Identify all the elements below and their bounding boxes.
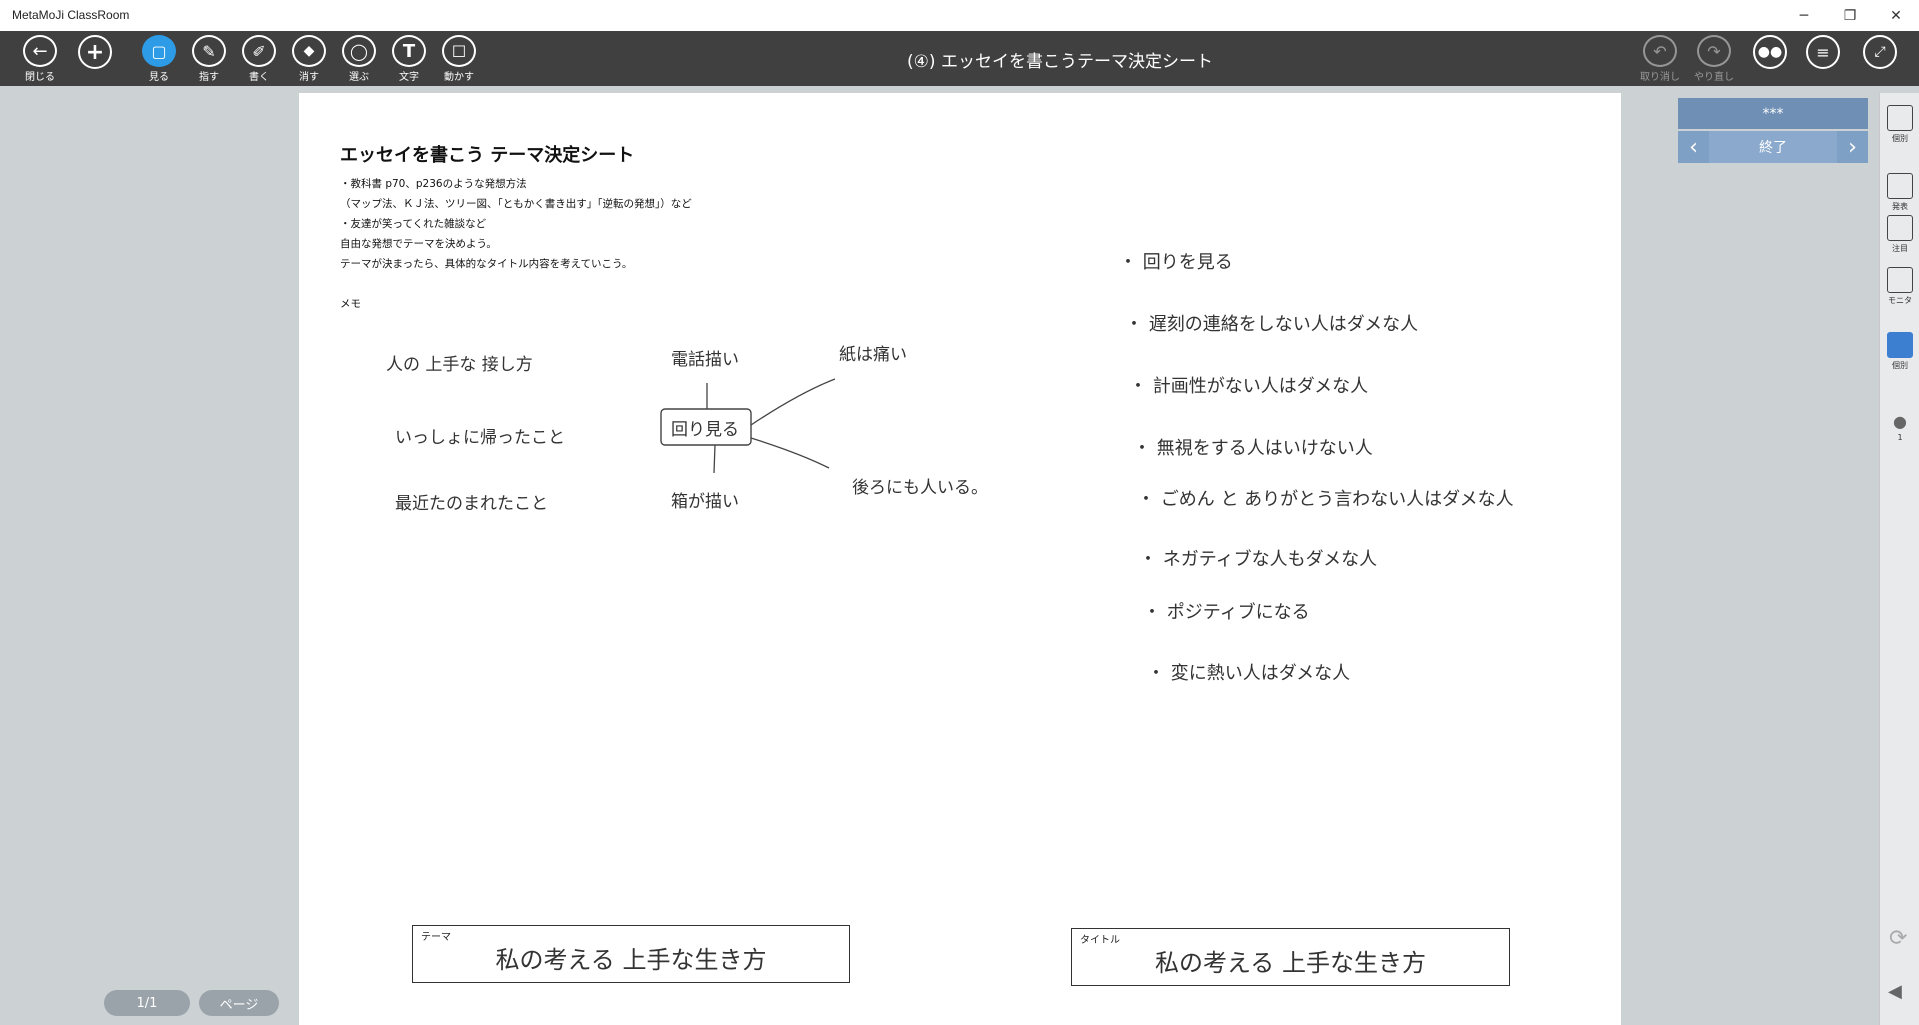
expand-button[interactable]: ⤢ xyxy=(1858,35,1902,83)
next-arrow-icon[interactable]: › xyxy=(1837,131,1868,163)
main-toolbar: ← 閉じる + ▢ 見る ✎ 指す ✐ 書く ◆ 消す ◯ 選ぶ T 文字 ☐ … xyxy=(0,31,1919,86)
expand-icon: ⤢ xyxy=(1863,35,1897,69)
move-tool-label: 動かす xyxy=(444,72,474,83)
undo-label: 取り消し xyxy=(1640,72,1680,83)
eraser-icon: ◆ xyxy=(292,35,326,67)
document-title: (④) エッセイを書こうテーマ決定シート xyxy=(907,52,1213,72)
mindmap-center: 回り見る xyxy=(671,420,739,440)
note-8: ・ 変に熱い人はダメな人 xyxy=(1147,663,1351,684)
mindmap-left-1: 人の 上手な 接し方 xyxy=(386,355,533,375)
restore-button[interactable]: ❐ xyxy=(1827,0,1873,31)
individual-button-1[interactable]: 個別 xyxy=(1882,101,1918,151)
pointer-pen-icon: ✎ xyxy=(192,35,226,67)
document-page[interactable]: エッセイを書こう テーマ決定シート ・教科書 p70、p236のような発想方法 … xyxy=(299,93,1621,1025)
title-bar: MetaMoJi ClassRoom ─ ❐ ✕ xyxy=(0,0,1919,32)
erase-tool-button[interactable]: ◆ 消す xyxy=(287,35,331,83)
undo-button[interactable]: ↶ 取り消し xyxy=(1638,35,1682,83)
individual-pen-icon xyxy=(1887,105,1913,131)
mindmap-lines xyxy=(660,378,836,474)
theme-box[interactable]: テーマ 私の考える 上手な生き方 xyxy=(412,925,850,983)
right-toolbar: 個別 発表 注目 モニタ 個別 ● 1 ⟳ ◀ xyxy=(1879,93,1919,1025)
class-nav: ‹ 終了 › xyxy=(1678,131,1868,163)
app-title: MetaMoJi ClassRoom xyxy=(12,8,130,22)
back-arrow-icon: ← xyxy=(23,35,57,67)
menu-icon: ≡ xyxy=(1806,35,1840,69)
note-5: ・ ごめん と ありがとう言わない人はダメな人 xyxy=(1137,489,1514,510)
note-2: ・ 遅刻の連絡をしない人はダメな人 xyxy=(1125,314,1419,335)
redo-label: やり直し xyxy=(1694,72,1734,83)
mindmap-left-3: 最近たのまれたこと xyxy=(395,494,548,514)
view-tool-button[interactable]: ▢ 見る xyxy=(137,35,181,83)
individual-label-1: 個別 xyxy=(1892,134,1908,143)
focus-button[interactable]: 注目 xyxy=(1882,211,1918,261)
class-status[interactable]: *** xyxy=(1678,98,1868,129)
title-box[interactable]: タイトル 私の考える 上手な生き方 xyxy=(1071,928,1510,986)
menu-button[interactable]: ≡ xyxy=(1801,35,1845,83)
mindmap-left-2: いっしょに帰ったこと xyxy=(395,428,565,448)
move-tool-button[interactable]: ☐ 動かす xyxy=(437,35,481,83)
note-7: ・ ポジティブになる xyxy=(1143,602,1310,623)
close-doc-label: 閉じる xyxy=(25,72,55,83)
monitor-label: モニタ xyxy=(1888,296,1912,305)
group-users-icon: ●● xyxy=(1753,35,1787,69)
individual-label-2: 個別 xyxy=(1892,361,1908,370)
person-icon: ● xyxy=(1893,412,1907,431)
end-button[interactable]: 終了 xyxy=(1709,131,1837,163)
point-tool-button[interactable]: ✎ 指す xyxy=(187,35,231,83)
focus-label: 注目 xyxy=(1892,244,1908,253)
page-indicator[interactable]: 1/1 xyxy=(104,990,190,1016)
lasso-icon: ◯ xyxy=(342,35,376,67)
write-tool-label: 書く xyxy=(249,72,269,83)
view-icon: ▢ xyxy=(142,35,176,67)
redo-icon: ↷ xyxy=(1697,35,1731,67)
monitor-button[interactable]: モニタ xyxy=(1882,263,1918,313)
title-value: 私の考える 上手な生き方 xyxy=(1155,949,1426,977)
note-6: ・ ネガティブな人もダメな人 xyxy=(1139,549,1378,570)
mindmap-right-top: 紙は痛い xyxy=(839,345,907,365)
view-tool-label: 見る xyxy=(149,72,169,83)
move-hand-icon: ☐ xyxy=(442,35,476,67)
layers-icon xyxy=(1887,332,1913,358)
participant-count-label: 1 xyxy=(1897,433,1903,442)
class-panel: *** ‹ 終了 › xyxy=(1678,98,1868,163)
undo-icon: ↶ xyxy=(1643,35,1677,67)
close-doc-button[interactable]: ← 閉じる xyxy=(18,35,62,83)
plus-icon: + xyxy=(78,35,112,69)
select-tool-button[interactable]: ◯ 選ぶ xyxy=(337,35,381,83)
mindmap-bottom: 箱が描い xyxy=(671,492,739,512)
close-window-button[interactable]: ✕ xyxy=(1873,0,1919,31)
group-button[interactable]: ●● xyxy=(1748,35,1792,83)
focus-hand-icon xyxy=(1887,215,1913,241)
note-4: ・ 無視をする人はいけない人 xyxy=(1133,438,1373,459)
select-tool-label: 選ぶ xyxy=(349,72,369,83)
mindmap-right-bottom: 後ろにも人いる。 xyxy=(852,478,988,498)
text-icon: T xyxy=(392,35,426,67)
monitor-grid-icon xyxy=(1887,267,1913,293)
theme-value: 私の考える 上手な生き方 xyxy=(495,946,767,974)
text-tool-label: 文字 xyxy=(399,72,419,83)
sync-icon[interactable]: ⟳ xyxy=(1889,926,1907,951)
add-page-button[interactable]: + xyxy=(73,35,117,83)
collapse-arrow-icon[interactable]: ◀ xyxy=(1888,981,1902,1002)
note-3: ・ 計画性がない人はダメな人 xyxy=(1129,376,1369,397)
page-button[interactable]: ページ xyxy=(199,990,279,1016)
mindmap-top: 電話描い xyxy=(671,350,739,370)
individual-button-2[interactable]: 個別 xyxy=(1882,328,1918,378)
text-tool-button[interactable]: T 文字 xyxy=(387,35,431,83)
prev-arrow-icon[interactable]: ‹ xyxy=(1678,131,1709,163)
point-tool-label: 指す xyxy=(199,72,219,83)
erase-tool-label: 消す xyxy=(299,72,319,83)
redo-button[interactable]: ↷ やり直し xyxy=(1692,35,1736,83)
minimize-button[interactable]: ─ xyxy=(1781,0,1827,31)
write-tool-button[interactable]: ✐ 書く xyxy=(237,35,281,83)
present-person-icon xyxy=(1887,173,1913,199)
note-1: ・ 回りを見る xyxy=(1119,252,1233,273)
participant-count[interactable]: ● 1 xyxy=(1882,408,1918,458)
pen-icon: ✐ xyxy=(242,35,276,67)
